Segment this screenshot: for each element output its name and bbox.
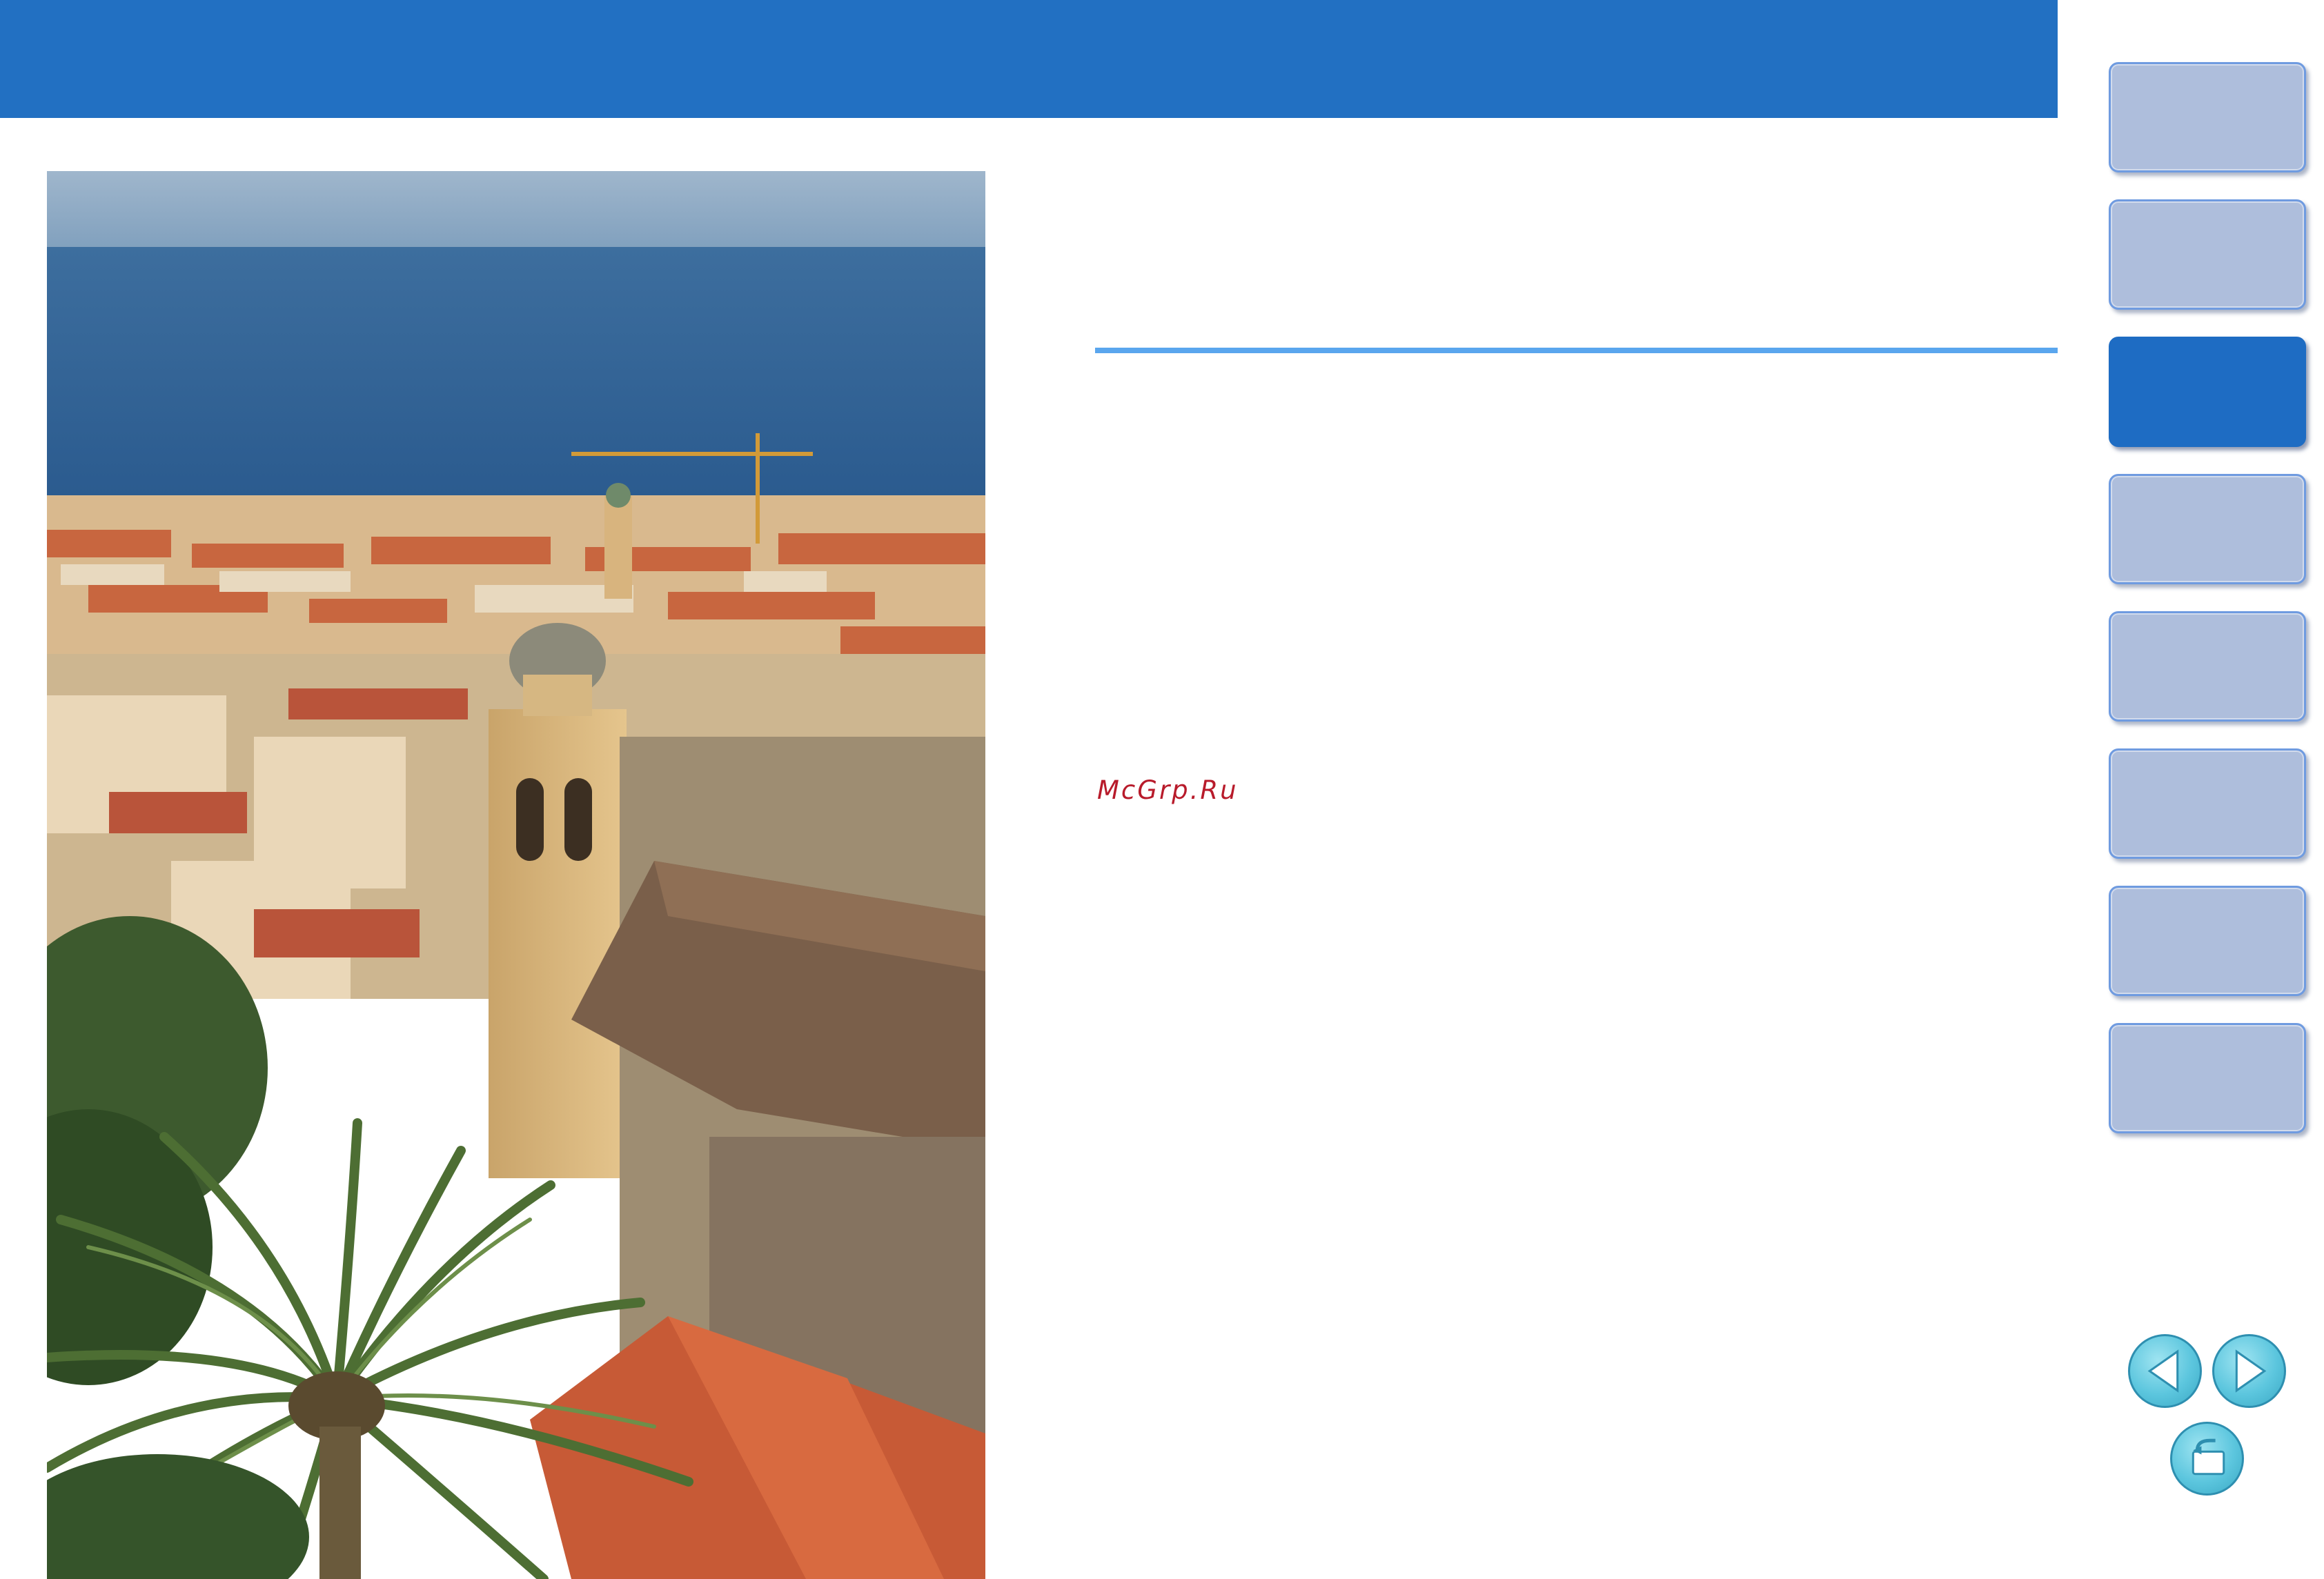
chapter-tab-6[interactable] (2109, 748, 2306, 859)
chapter-tab-4[interactable] (2109, 474, 2306, 584)
coastal-town-photo (47, 171, 985, 1579)
section-divider (1095, 348, 2058, 353)
chapter-tab-7[interactable] (2109, 886, 2306, 996)
chapter-tab-5[interactable] (2109, 611, 2306, 722)
return-arrow-icon (2192, 1438, 2225, 1476)
previous-page-button[interactable] (2128, 1334, 2202, 1408)
header-bar (0, 0, 2058, 118)
triangle-right-icon (2235, 1349, 2267, 1393)
chapter-tab-8[interactable] (2109, 1023, 2306, 1133)
photo-illustration (47, 171, 985, 1579)
watermark-text: McGrp.Ru (1097, 775, 1239, 805)
chapter-tab-3[interactable] (2109, 337, 2306, 447)
chapter-tab-2[interactable] (2109, 199, 2306, 310)
chapter-tab-1[interactable] (2109, 62, 2306, 172)
return-button[interactable] (2170, 1422, 2244, 1496)
next-page-button[interactable] (2212, 1334, 2286, 1408)
triangle-left-icon (2147, 1349, 2179, 1393)
